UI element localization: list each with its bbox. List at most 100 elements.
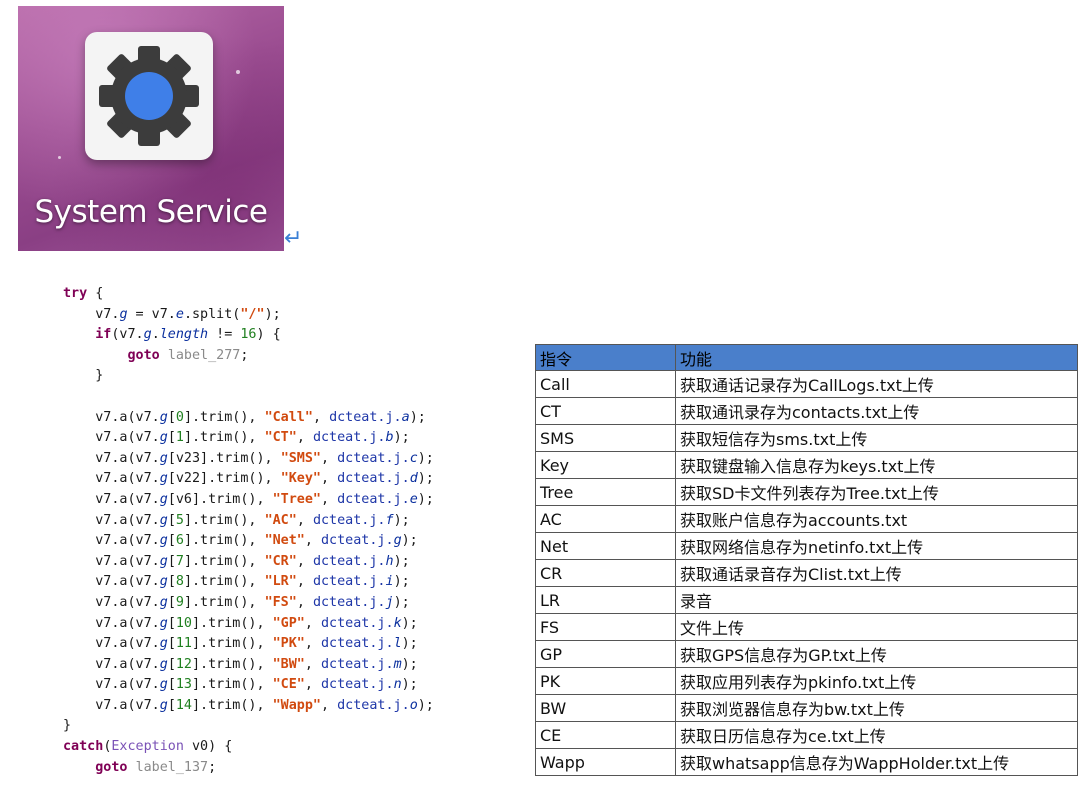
code-token: ); [401,636,418,652]
code-token: v7.a(v7. [63,430,160,446]
command-cell: GP [535,640,676,668]
table-row: BW 获取浏览器信息存为bw.txt上传 [535,694,1078,722]
code-token: , [296,512,313,528]
code-token: l [393,636,402,652]
code-token: 5 [175,512,184,528]
table-row: Call 获取通话记录存为CallLogs.txt上传 [535,370,1078,398]
command-cell: Net [535,532,676,560]
code-token: ].trim(), [192,615,273,631]
code-token: [ [167,553,176,569]
code-token: g [159,636,168,652]
code-token: , [304,615,321,631]
code-line: v7.a(v7.g[5].trim(), "AC", dcteat.j.f); [63,512,409,528]
code-token: g [159,409,168,425]
code-token: ].trim(), [192,677,273,693]
code-token: v7.a(v7. [63,491,160,507]
code-token: 11 [175,636,192,652]
code-token: "FS" [264,594,297,610]
code-token: , [312,409,330,425]
code-token: ].trim(), [183,512,265,528]
table-row: SMS 获取短信存为sms.txt上传 [535,424,1078,452]
function-cell: 获取短信存为sms.txt上传 [675,424,1078,452]
code-token: [ [167,533,176,549]
code-token: Exception [111,739,184,755]
table-row: CT 获取通讯录存为contacts.txt上传 [535,397,1078,425]
table-row: GP 获取GPS信息存为GP.txt上传 [535,640,1078,668]
code-token: dcteat.j. [321,615,394,631]
function-cell: 获取通话录音存为Clist.txt上传 [675,559,1078,587]
code-token: ); [264,306,281,322]
function-cell: 获取网络信息存为netinfo.txt上传 [675,532,1078,560]
code-token: dcteat.j. [321,533,394,549]
code-token: [ [167,615,176,631]
code-line: try { [63,286,103,301]
code-token: if [95,327,112,343]
code-token: 6 [175,533,184,549]
code-token: dcteat.j. [312,574,386,590]
code-token: 14 [175,697,192,713]
command-cell: Wapp [535,748,676,776]
code-token: ); [393,430,410,446]
function-cell: 获取账户信息存为accounts.txt [675,505,1078,533]
command-cell: PK [535,667,676,695]
code-line: v7.a(v7.g[13].trim(), "CE", dcteat.j.n); [63,677,418,692]
app-icon-tile[interactable] [85,32,213,160]
code-token: "PK" [272,636,305,652]
table-row: AC 获取账户信息存为accounts.txt [535,505,1078,533]
function-cell: 获取whatsapp信息存为WappHolder.txt上传 [675,748,1078,776]
code-token: v7. [63,306,120,322]
code-token: v7.a(v7. [63,512,160,528]
code-line: v7.a(v7.g[v6].trim(), "Tree", dcteat.j.e… [63,492,434,507]
command-cell: BW [535,694,676,722]
code-line: v7.a(v7.g[1].trim(), "CT", dcteat.j.b); [63,430,410,446]
code-token: "AC" [264,512,297,528]
paragraph-return-icon: ↵ [284,226,303,251]
app-name-label: System Service [34,194,268,230]
wallpaper-speck [58,156,61,159]
command-table: 指令 功能 Call 获取通话记录存为CallLogs.txt上传 CT 获取通讯录存… [535,344,1078,776]
code-token: m [393,656,402,672]
code-token: dcteat.j. [312,430,386,446]
code-token: v0) { [183,739,233,755]
code-token: dcteat.j. [337,491,410,507]
code-token: ); [417,697,434,713]
code-token: 0 [175,409,184,425]
code-token: ); [401,533,418,549]
code-line: v7.a(v7.g[7].trim(), "CR", dcteat.j.h); [63,553,409,569]
code-token: dcteat.j. [312,553,386,569]
code-token: f [385,512,394,528]
code-token: "GP" [272,615,305,631]
table-row: Net 获取网络信息存为netinfo.txt上传 [535,532,1078,560]
code-line: v7.a(v7.g[6].trim(), "Net", dcteat.j.g); [63,533,418,548]
code-token: v7.a(v7. [63,697,160,713]
code-token: ); [393,594,410,610]
code-token: "CT" [264,430,297,446]
command-cell: Tree [535,478,676,506]
code-token: catch [63,739,104,755]
code-token: , [296,574,313,590]
code-token: [v23].trim(), [167,450,281,466]
code-token: , [296,594,313,610]
code-token: [ [167,512,176,528]
code-token: , [304,677,321,693]
code-token: g [159,553,168,569]
code-token: [v6].trim(), [167,491,273,507]
code-token: v7.a(v7. [63,574,160,590]
code-line: catch(Exception v0) { [63,739,232,754]
code-token: dcteat.j. [337,697,410,713]
code-token: e [409,491,418,507]
code-token: 16 [240,327,257,343]
code-token: dcteat.j. [321,677,394,693]
code-token: g [159,594,168,610]
code-token: goto [127,347,160,363]
code-token: v7.a(v7. [63,533,160,549]
function-cell: 文件上传 [675,613,1078,641]
code-line: v7.a(v7.g[12].trim(), "BW", dcteat.j.m); [63,657,418,672]
code-token: ); [401,615,418,631]
code-token: "/" [240,306,265,322]
code-token: g [159,471,168,487]
code-token: , [321,697,338,713]
code-token: , [304,656,321,672]
